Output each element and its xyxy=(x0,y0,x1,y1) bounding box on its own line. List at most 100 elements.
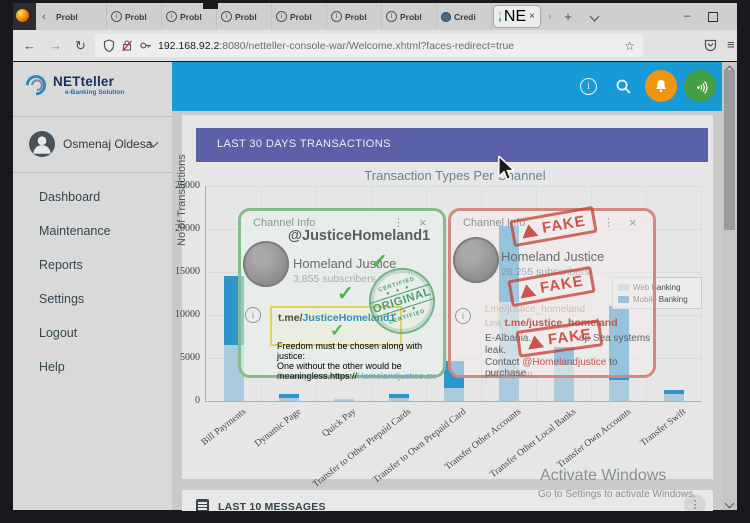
url-text: 192.168.92.2:8080/netteller-console-war/… xyxy=(158,40,514,52)
sidebar-item-maintenance[interactable]: Maintenance xyxy=(13,214,172,248)
forward-button[interactable]: → xyxy=(49,38,62,53)
insecure-lock-icon[interactable] xyxy=(121,39,133,52)
info-tab-icon: i xyxy=(221,11,232,22)
scrollbar-thumb[interactable] xyxy=(724,70,735,230)
sidebar-item-dashboard[interactable]: Dashboard xyxy=(13,180,172,214)
sidebar: NETteller e-Banking Solution Osmenaj Old… xyxy=(13,62,172,510)
tab-scroll-left-button[interactable]: ‹ xyxy=(36,11,52,23)
description-text-line: Freedom must be chosen along with justic… xyxy=(277,341,443,361)
description-label: Description xyxy=(485,369,533,380)
broadcast-icon xyxy=(691,77,709,95)
sidebar-item-reports[interactable]: Reports xyxy=(13,248,172,282)
channel-link-faint: t.me/justice_homeland xyxy=(485,304,585,315)
bar-web-banking[interactable] xyxy=(444,388,464,401)
user-name: Osmenaj Oldesa xyxy=(63,137,152,151)
address-bar[interactable]: 192.168.92.2:8080/netteller-console-war/… xyxy=(95,34,643,57)
tab-bar: ‹ ProbliProbliProbliProbliProbliProbliPr… xyxy=(36,3,737,30)
bar-web-banking[interactable] xyxy=(279,398,299,401)
tab-label: Probl xyxy=(400,12,422,22)
sidebar-item-logout[interactable]: Logout xyxy=(13,316,172,350)
verified-check-icon: ✓ xyxy=(337,281,354,306)
tab-netteller-active[interactable]: NE × xyxy=(493,5,541,28)
warning-triangle-icon xyxy=(526,334,544,349)
app-menu-button[interactable]: ≡ xyxy=(727,37,735,52)
info-tab-icon: i xyxy=(276,11,287,22)
active-tab-label: NE xyxy=(504,8,526,26)
y-tick-label: 20000 xyxy=(160,223,200,234)
reload-button[interactable]: ↻ xyxy=(75,38,86,54)
channel-info-popup-fake: Channel Info ⋮ × Homeland Justice 26,255… xyxy=(448,208,656,378)
sidebar-menu: DashboardMaintenanceReportsSettingsLogou… xyxy=(13,180,172,384)
bar-web-banking[interactable] xyxy=(664,394,684,401)
bell-icon xyxy=(653,78,669,94)
tab-problem-4[interactable]: iProbl xyxy=(217,3,272,30)
fake-stamp-text: FAKE xyxy=(547,326,593,349)
desktop-edge-bottom xyxy=(0,511,750,523)
firefox-logo-icon xyxy=(16,9,29,22)
user-menu[interactable]: Osmenaj Oldesa xyxy=(13,117,172,173)
user-avatar xyxy=(29,131,55,157)
close-icon[interactable]: × xyxy=(629,215,637,230)
channel-info-popup-original: Channel Info ⋮ × @JusticeHomeland1 Homel… xyxy=(238,208,446,378)
window-controls: – × xyxy=(684,3,744,30)
bar-web-banking[interactable] xyxy=(389,398,409,401)
tab-problem-7[interactable]: iProbl xyxy=(382,3,437,30)
tab-scroll-right-button[interactable]: › xyxy=(541,11,559,23)
kebab-menu-icon[interactable]: ⋮ xyxy=(603,216,614,229)
sidebar-item-help[interactable]: Help xyxy=(13,350,172,384)
app-header: i xyxy=(172,62,722,111)
saved-password-key-icon[interactable] xyxy=(139,39,152,52)
tab-problem-6[interactable]: iProbl xyxy=(327,3,382,30)
sidebar-item-settings[interactable]: Settings xyxy=(13,282,172,316)
url-path: :8080/netteller-console-war/Welcome.xhtm… xyxy=(219,40,514,52)
restore-button[interactable] xyxy=(708,12,718,22)
navigation-bar: ← → ↻ 192.168.92.2:8080/netteller-consol… xyxy=(13,30,737,61)
tab-label: Probl xyxy=(56,12,78,22)
back-button[interactable]: ← xyxy=(23,38,36,53)
shield-permissions-icon[interactable] xyxy=(103,39,115,52)
search-icon[interactable] xyxy=(615,78,632,95)
minimize-button[interactable]: – xyxy=(684,11,690,22)
screen: ‹ ProbliProbliProbliProbliProbliProbliPr… xyxy=(0,0,750,523)
notifications-button[interactable] xyxy=(645,70,677,102)
scroll-down-icon[interactable] xyxy=(725,499,735,509)
warning-triangle-icon xyxy=(520,223,538,239)
list-tabs-button[interactable] xyxy=(585,11,603,23)
live-status-button[interactable] xyxy=(684,70,716,102)
tab-problem-2[interactable]: iProbl xyxy=(107,3,162,30)
channel-avatar xyxy=(243,241,289,287)
contact-handle[interactable]: @Homelandjustice xyxy=(522,357,606,368)
channel-name: Homeland Justice xyxy=(501,249,604,264)
new-tab-button[interactable]: + xyxy=(559,9,577,24)
netteller-logo-icon xyxy=(23,70,49,96)
y-tick-label: 0 xyxy=(160,395,200,406)
mouse-cursor xyxy=(494,156,518,182)
info-icon[interactable]: i xyxy=(580,78,597,95)
bar-web-banking[interactable] xyxy=(334,399,354,401)
info-tab-icon: i xyxy=(166,11,177,22)
info-tab-icon: i xyxy=(331,11,342,22)
description-link[interactable]: Homelandjustice.cx xyxy=(357,371,435,381)
card-title: LAST 30 DAYS TRANSACTIONS xyxy=(217,138,391,150)
description-text-line: One without the other would be xyxy=(277,361,443,371)
desktop-edge-top xyxy=(0,0,750,3)
tab-problem-1[interactable]: Probl xyxy=(52,3,107,30)
info-tab-icon: i xyxy=(386,11,397,22)
netteller-favicon-icon xyxy=(499,12,501,22)
bookmark-star-icon[interactable]: ☆ xyxy=(624,39,635,53)
logo-block: NETteller e-Banking Solution xyxy=(13,62,172,117)
fake-stamp-text: FAKE xyxy=(541,212,587,236)
channel-description-line: leak. xyxy=(485,345,506,356)
tab-problem-5[interactable]: iProbl xyxy=(272,3,327,30)
channel-avatar xyxy=(453,237,499,283)
tab-credential[interactable]: Credi xyxy=(437,3,492,30)
tab-close-icon[interactable]: × xyxy=(529,11,535,22)
y-tick-label: 15000 xyxy=(160,266,200,277)
bar-web-banking[interactable] xyxy=(609,380,629,402)
logo-subtitle: e-Banking Solution xyxy=(65,89,124,96)
page-scrollbar[interactable] xyxy=(722,62,737,510)
fake-stamp: FAKE xyxy=(509,206,597,247)
pocket-icon[interactable] xyxy=(703,38,718,53)
desktop-edge-left xyxy=(0,0,13,523)
verified-check-icon: ✓ xyxy=(330,321,344,341)
